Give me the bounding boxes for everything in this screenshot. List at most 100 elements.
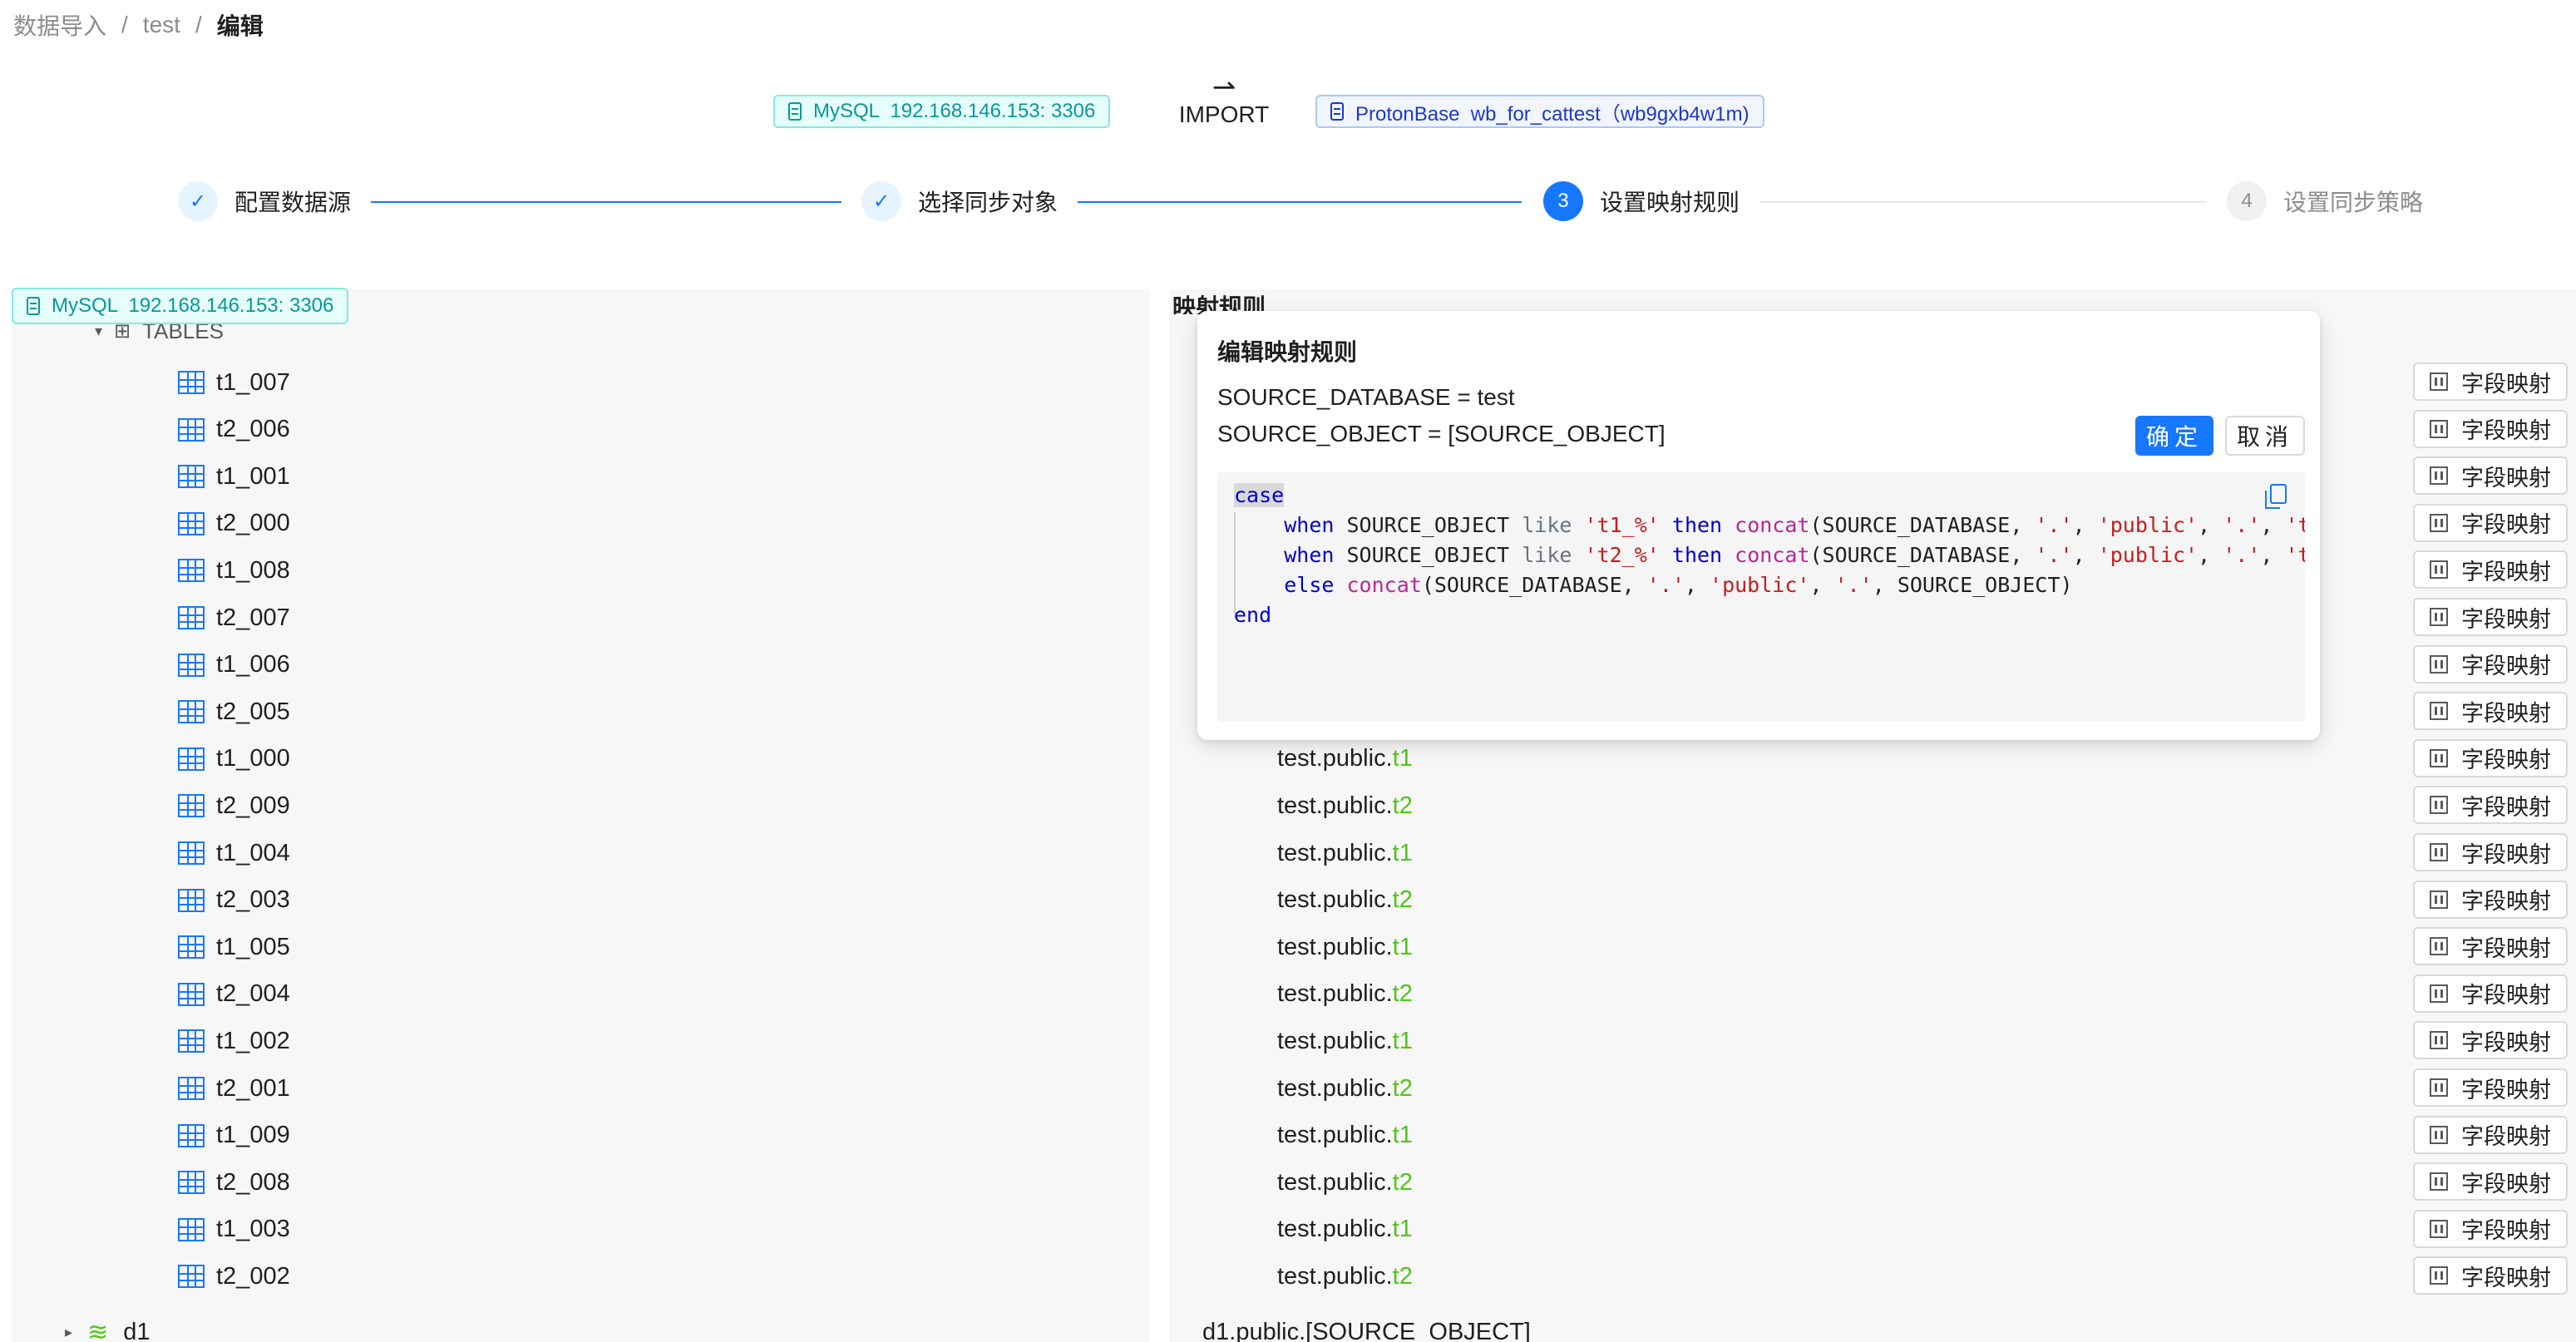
field-mapping-button[interactable]: 字段映射 xyxy=(2413,363,2568,401)
table-node[interactable]: t2_001 xyxy=(178,1065,290,1112)
table-name: t1_004 xyxy=(216,839,290,866)
table-icon xyxy=(178,1029,205,1053)
table-node[interactable]: t1_004 xyxy=(178,830,290,876)
table-node[interactable]: t2_002 xyxy=(178,1253,290,1300)
database-icon xyxy=(27,297,40,315)
field-mapping-label: 字段映射 xyxy=(2461,606,2551,632)
table-node[interactable]: t1_007 xyxy=(178,359,290,406)
table-node[interactable]: t1_001 xyxy=(178,453,290,500)
table-node[interactable]: t2_004 xyxy=(178,971,290,1018)
step-sync-policy[interactable]: 4 设置同步策略 xyxy=(2227,181,2423,221)
table-icon xyxy=(178,606,205,629)
table-name: t1_009 xyxy=(216,1122,290,1149)
field-mapping-button[interactable]: 字段映射 xyxy=(2413,503,2568,542)
field-mapping-button[interactable]: 字段映射 xyxy=(2413,409,2568,448)
field-mapping-icon xyxy=(2430,373,2448,391)
breadcrumb: 数据导入 / test / 编辑 xyxy=(13,8,264,42)
field-mapping-button[interactable]: 字段映射 xyxy=(2413,974,2568,1013)
table-node[interactable]: t2_009 xyxy=(178,782,290,829)
mapping-prefix: test.public. xyxy=(1277,1027,1393,1054)
field-mapping-button[interactable]: 字段映射 xyxy=(2413,880,2568,919)
source-tag-label: MySQL 192.168.146.153: 3306 xyxy=(813,100,1096,122)
field-mapping-label: 字段映射 xyxy=(2461,794,2551,820)
mapping-suffix: t1 xyxy=(1392,1027,1413,1054)
field-mapping-button[interactable]: 字段映射 xyxy=(2413,1209,2568,1248)
tree-source-label: MySQL 192.168.146.153: 3306 xyxy=(52,294,334,317)
field-mapping-button[interactable]: 字段映射 xyxy=(2413,1162,2568,1201)
field-mapping-button[interactable]: 字段映射 xyxy=(2413,1068,2568,1107)
field-mapping-button[interactable]: 字段映射 xyxy=(2413,833,2568,871)
field-mapping-label: 字段映射 xyxy=(2461,983,2551,1009)
field-mapping-label: 字段映射 xyxy=(2461,841,2551,867)
field-mapping-button[interactable]: 字段映射 xyxy=(2413,598,2568,636)
table-node[interactable]: t2_000 xyxy=(178,501,290,547)
table-node[interactable]: t1_009 xyxy=(178,1113,290,1159)
code-editor[interactable]: case when SOURCE_OBJECT like 't1_%' then… xyxy=(1217,472,2305,722)
table-name: t2_006 xyxy=(216,416,290,443)
table-node[interactable]: t1_002 xyxy=(178,1018,290,1064)
import-indicator: ⇀ IMPORT xyxy=(1174,73,1274,128)
breadcrumb-item-test[interactable]: test xyxy=(143,12,180,38)
table-node[interactable]: t1_008 xyxy=(178,547,290,594)
field-mapping-label: 字段映射 xyxy=(2461,418,2551,444)
target-tag-label: ProtonBase wb_for_cattest（wb9gxb4w1m) xyxy=(1355,102,1749,126)
field-mapping-button[interactable]: 字段映射 xyxy=(2413,1021,2568,1060)
table-node[interactable]: t2_003 xyxy=(178,877,290,924)
field-mapping-button[interactable]: 字段映射 xyxy=(2413,1115,2568,1154)
confirm-button[interactable]: 确定 xyxy=(2135,416,2213,456)
field-mapping-icon xyxy=(2430,466,2448,486)
table-node[interactable]: t1_005 xyxy=(178,924,290,970)
field-mapping-button[interactable]: 字段映射 xyxy=(2413,692,2568,731)
table-name: t1_001 xyxy=(216,462,290,490)
table-name: t2_002 xyxy=(216,1262,290,1290)
edit-mapping-popover: 编辑映射规则 SOURCE_DATABASE = test SOURCE_OBJ… xyxy=(1197,311,2320,740)
table-node[interactable]: t1_003 xyxy=(178,1206,290,1253)
table-icon xyxy=(178,700,205,724)
check-icon: ✓ xyxy=(861,181,901,221)
mapping-row: test.public. t1 xyxy=(1277,1018,1413,1064)
table-node[interactable]: t1_006 xyxy=(178,642,290,688)
field-mapping-button[interactable]: 字段映射 xyxy=(2413,927,2568,966)
breadcrumb-item-import[interactable]: 数据导入 xyxy=(13,8,106,42)
field-mapping-button[interactable]: 字段映射 xyxy=(2413,456,2568,496)
table-icon xyxy=(178,982,205,1006)
field-mapping-icon xyxy=(2430,513,2448,532)
step-number: 3 xyxy=(1543,181,1583,221)
field-mapping-label: 字段映射 xyxy=(2461,465,2551,491)
step-connector xyxy=(371,201,841,203)
mapping-row: test.public. t2 xyxy=(1277,1065,1413,1112)
db-node-d1[interactable]: ▸ ≋ d1 xyxy=(65,1309,150,1342)
field-mapping-button[interactable]: 字段映射 xyxy=(2413,786,2568,825)
table-node[interactable]: t2_005 xyxy=(178,688,290,735)
field-mapping-button[interactable]: 字段映射 xyxy=(2413,550,2568,590)
mapping-suffix: t1 xyxy=(1392,933,1413,960)
arrow-right-icon: ⇀ xyxy=(1212,72,1236,103)
field-mapping-button[interactable]: 字段映射 xyxy=(2413,738,2568,777)
step-select-objects[interactable]: ✓ 选择同步对象 xyxy=(861,181,1058,221)
mapping-suffix: t2 xyxy=(1392,980,1413,1008)
copy-icon[interactable] xyxy=(2265,484,2287,509)
field-mapping-label: 字段映射 xyxy=(2461,700,2551,726)
database-icon xyxy=(1330,102,1344,121)
popover-title: 编辑映射规则 xyxy=(1217,339,1358,365)
step-configure-source[interactable]: ✓ 配置数据源 xyxy=(178,181,351,221)
step-mapping-rules[interactable]: 3 设置映射规则 xyxy=(1543,181,1740,221)
code-line-4: else concat(SOURCE_DATABASE, '.', 'publi… xyxy=(1284,573,2073,597)
field-mapping-label: 字段映射 xyxy=(2461,371,2551,397)
table-node[interactable]: t1_000 xyxy=(178,736,290,782)
field-mapping-button[interactable]: 字段映射 xyxy=(2413,1256,2568,1295)
table-node[interactable]: t2_007 xyxy=(178,595,290,641)
step-label: 设置映射规则 xyxy=(1600,190,1740,215)
table-node[interactable]: t2_006 xyxy=(178,407,290,453)
table-node[interactable]: t2_008 xyxy=(178,1159,290,1206)
field-mapping-icon xyxy=(2430,1219,2448,1238)
cancel-button[interactable]: 取消 xyxy=(2225,416,2305,456)
table-icon xyxy=(178,559,205,583)
source-database-line: SOURCE_DATABASE = test xyxy=(1217,384,1515,410)
table-name: t2_003 xyxy=(216,886,290,914)
field-mapping-icon xyxy=(2430,654,2448,673)
mapping-prefix: test.public. xyxy=(1277,839,1393,866)
field-mapping-icon xyxy=(2430,748,2448,767)
code-line-5: end xyxy=(1234,603,1272,627)
field-mapping-button[interactable]: 字段映射 xyxy=(2413,644,2568,683)
